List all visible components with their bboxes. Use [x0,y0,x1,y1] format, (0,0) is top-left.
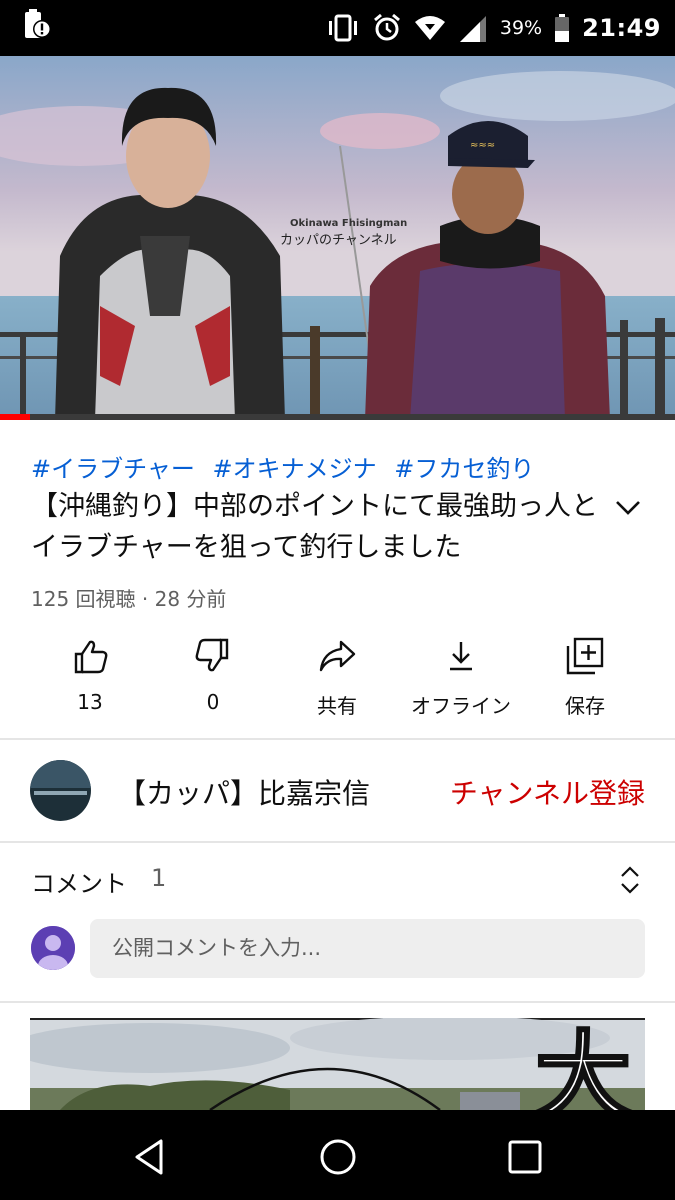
channel-avatar-image [30,760,91,821]
svg-text:≈≈≈: ≈≈≈ [470,140,495,151]
alarm-icon [373,13,400,41]
action-bar: 13 0 共有 オフライン 保存 [0,630,675,730]
download-icon [450,642,472,671]
comment-input[interactable]: 公開コメントを入力... [90,919,645,978]
video-progress-fill [0,414,31,420]
chevron-down-icon[interactable] [612,494,644,522]
hashtags: #イラブチャー #オキナメジナ #フカセ釣り [31,449,544,484]
signal-icon [459,16,486,42]
next-video-image: 大 [30,1018,645,1110]
clock: 21:49 [582,14,661,42]
thumbs-down-icon [195,638,229,672]
like-button[interactable]: 13 [25,630,155,730]
system-nav-bar [0,1110,675,1200]
hashtag-link[interactable]: #フカセ釣り [394,455,534,483]
battery-percent: 39% [499,17,543,39]
video-title[interactable]: 【沖縄釣り】中部のポイントにて最強助っ人とイラブチャーを狙って釣行しました [31,486,601,568]
user-avatar[interactable] [31,926,75,970]
comments-title[interactable]: コメント [31,864,127,899]
playlist-add-icon [566,637,604,675]
battery-saver-alert-icon [25,9,51,38]
next-video-thumbnail[interactable]: 大 [30,1018,645,1110]
save-button[interactable]: 保存 [520,630,650,730]
divider [0,1001,675,1003]
overlay-en: Okinawa Fhisingman [290,218,407,229]
dislike-count: 0 [206,690,220,714]
comments-count: 1 [151,864,167,892]
divider [0,841,675,843]
hashtag-link[interactable]: #イラブチャー [31,455,195,483]
subscribe-button[interactable]: チャンネル登録 [450,772,645,812]
channel-name[interactable]: 【カッパ】比嘉宗信 [118,772,370,812]
dislike-button[interactable]: 0 [148,630,278,730]
vibrate-icon [328,14,357,42]
status-bar: 39% 21:49 [0,0,675,56]
offline-button[interactable]: オフライン [396,630,526,730]
next-video-thumb-text: 大 [535,1021,631,1110]
like-count: 13 [77,690,103,714]
channel-avatar[interactable] [30,760,91,821]
video-player[interactable]: ≈≈≈ Okinawa Fhisingman カッパのチャンネル [0,56,675,420]
wifi-icon [414,16,445,40]
share-icon [319,640,356,672]
recents-icon[interactable] [505,1137,545,1177]
divider [0,738,675,740]
home-icon[interactable] [318,1137,358,1177]
overlay-jp: カッパのチャンネル [280,233,397,248]
thumbs-up-icon [74,640,108,674]
expand-collapse-icon[interactable] [617,864,643,896]
share-label: 共有 [317,694,357,718]
person-icon [31,926,75,970]
video-progress-bar[interactable] [0,414,675,420]
back-icon[interactable] [131,1137,171,1177]
hashtag-link[interactable]: #オキナメジナ [213,455,377,483]
video-frame: ≈≈≈ Okinawa Fhisingman カッパのチャンネル [0,56,675,420]
save-label: 保存 [565,694,605,718]
offline-label: オフライン [411,694,511,718]
share-button[interactable]: 共有 [272,630,402,730]
video-meta: 125 回視聴 · 28 分前 [31,587,227,611]
battery-icon [555,14,570,42]
